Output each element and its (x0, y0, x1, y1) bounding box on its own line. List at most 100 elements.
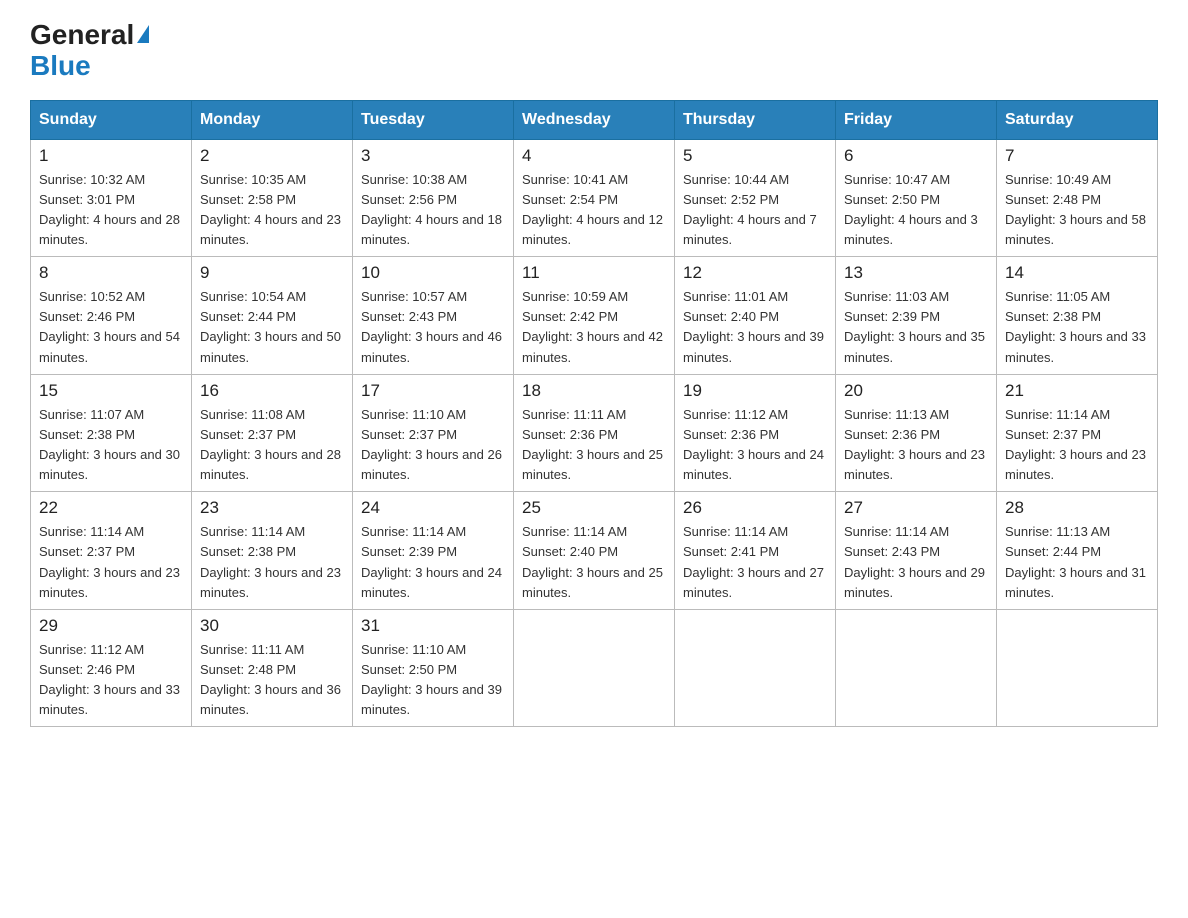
day-number: 31 (361, 616, 505, 636)
calendar-cell: 30 Sunrise: 11:11 AMSunset: 2:48 PMDayli… (192, 609, 353, 727)
day-number: 5 (683, 146, 827, 166)
day-number: 8 (39, 263, 183, 283)
day-info: Sunrise: 11:03 AMSunset: 2:39 PMDaylight… (844, 289, 985, 364)
calendar-header-row: SundayMondayTuesdayWednesdayThursdayFrid… (31, 100, 1158, 139)
calendar-cell: 9 Sunrise: 10:54 AMSunset: 2:44 PMDaylig… (192, 257, 353, 375)
day-number: 4 (522, 146, 666, 166)
day-info: Sunrise: 10:57 AMSunset: 2:43 PMDaylight… (361, 289, 502, 364)
day-info: Sunrise: 11:10 AMSunset: 2:50 PMDaylight… (361, 642, 502, 717)
page-header: General Blue (30, 20, 1158, 82)
day-info: Sunrise: 10:32 AMSunset: 3:01 PMDaylight… (39, 172, 180, 247)
calendar-cell: 15 Sunrise: 11:07 AMSunset: 2:38 PMDayli… (31, 374, 192, 492)
calendar-cell: 26 Sunrise: 11:14 AMSunset: 2:41 PMDayli… (675, 492, 836, 610)
day-info: Sunrise: 11:11 AMSunset: 2:48 PMDaylight… (200, 642, 341, 717)
calendar-cell (514, 609, 675, 727)
calendar-cell: 27 Sunrise: 11:14 AMSunset: 2:43 PMDayli… (836, 492, 997, 610)
day-number: 25 (522, 498, 666, 518)
day-number: 13 (844, 263, 988, 283)
day-number: 6 (844, 146, 988, 166)
calendar-cell: 20 Sunrise: 11:13 AMSunset: 2:36 PMDayli… (836, 374, 997, 492)
day-info: Sunrise: 10:47 AMSunset: 2:50 PMDaylight… (844, 172, 978, 247)
day-number: 26 (683, 498, 827, 518)
day-number: 21 (1005, 381, 1149, 401)
day-number: 20 (844, 381, 988, 401)
weekday-header-saturday: Saturday (997, 100, 1158, 139)
day-info: Sunrise: 10:38 AMSunset: 2:56 PMDaylight… (361, 172, 502, 247)
day-number: 3 (361, 146, 505, 166)
day-number: 16 (200, 381, 344, 401)
calendar-week-row: 22 Sunrise: 11:14 AMSunset: 2:37 PMDayli… (31, 492, 1158, 610)
day-info: Sunrise: 11:08 AMSunset: 2:37 PMDaylight… (200, 407, 341, 482)
calendar-week-row: 8 Sunrise: 10:52 AMSunset: 2:46 PMDaylig… (31, 257, 1158, 375)
calendar-cell: 29 Sunrise: 11:12 AMSunset: 2:46 PMDayli… (31, 609, 192, 727)
calendar-cell: 21 Sunrise: 11:14 AMSunset: 2:37 PMDayli… (997, 374, 1158, 492)
day-info: Sunrise: 11:12 AMSunset: 2:46 PMDaylight… (39, 642, 180, 717)
calendar-cell: 5 Sunrise: 10:44 AMSunset: 2:52 PMDaylig… (675, 139, 836, 257)
calendar-week-row: 1 Sunrise: 10:32 AMSunset: 3:01 PMDaylig… (31, 139, 1158, 257)
day-number: 27 (844, 498, 988, 518)
day-number: 28 (1005, 498, 1149, 518)
day-number: 1 (39, 146, 183, 166)
logo-general-text: General (30, 20, 149, 51)
calendar-cell: 14 Sunrise: 11:05 AMSunset: 2:38 PMDayli… (997, 257, 1158, 375)
weekday-header-monday: Monday (192, 100, 353, 139)
day-info: Sunrise: 11:13 AMSunset: 2:44 PMDaylight… (1005, 524, 1146, 599)
day-info: Sunrise: 11:11 AMSunset: 2:36 PMDaylight… (522, 407, 663, 482)
day-info: Sunrise: 10:54 AMSunset: 2:44 PMDaylight… (200, 289, 341, 364)
day-info: Sunrise: 11:10 AMSunset: 2:37 PMDaylight… (361, 407, 502, 482)
day-info: Sunrise: 11:14 AMSunset: 2:37 PMDaylight… (1005, 407, 1146, 482)
weekday-header-thursday: Thursday (675, 100, 836, 139)
calendar-table: SundayMondayTuesdayWednesdayThursdayFrid… (30, 100, 1158, 728)
calendar-cell (836, 609, 997, 727)
day-info: Sunrise: 10:59 AMSunset: 2:42 PMDaylight… (522, 289, 663, 364)
weekday-header-friday: Friday (836, 100, 997, 139)
logo: General Blue (30, 20, 149, 82)
calendar-week-row: 15 Sunrise: 11:07 AMSunset: 2:38 PMDayli… (31, 374, 1158, 492)
calendar-cell: 25 Sunrise: 11:14 AMSunset: 2:40 PMDayli… (514, 492, 675, 610)
day-number: 24 (361, 498, 505, 518)
calendar-cell: 7 Sunrise: 10:49 AMSunset: 2:48 PMDaylig… (997, 139, 1158, 257)
calendar-cell (997, 609, 1158, 727)
day-info: Sunrise: 10:52 AMSunset: 2:46 PMDaylight… (39, 289, 180, 364)
weekday-header-tuesday: Tuesday (353, 100, 514, 139)
weekday-header-wednesday: Wednesday (514, 100, 675, 139)
day-number: 19 (683, 381, 827, 401)
day-info: Sunrise: 11:07 AMSunset: 2:38 PMDaylight… (39, 407, 180, 482)
calendar-cell: 12 Sunrise: 11:01 AMSunset: 2:40 PMDayli… (675, 257, 836, 375)
calendar-cell: 1 Sunrise: 10:32 AMSunset: 3:01 PMDaylig… (31, 139, 192, 257)
day-number: 14 (1005, 263, 1149, 283)
day-number: 12 (683, 263, 827, 283)
day-info: Sunrise: 11:12 AMSunset: 2:36 PMDaylight… (683, 407, 824, 482)
calendar-cell: 6 Sunrise: 10:47 AMSunset: 2:50 PMDaylig… (836, 139, 997, 257)
day-number: 23 (200, 498, 344, 518)
calendar-cell: 17 Sunrise: 11:10 AMSunset: 2:37 PMDayli… (353, 374, 514, 492)
day-info: Sunrise: 11:14 AMSunset: 2:37 PMDaylight… (39, 524, 180, 599)
day-info: Sunrise: 11:01 AMSunset: 2:40 PMDaylight… (683, 289, 824, 364)
calendar-cell: 19 Sunrise: 11:12 AMSunset: 2:36 PMDayli… (675, 374, 836, 492)
calendar-cell (675, 609, 836, 727)
calendar-cell: 22 Sunrise: 11:14 AMSunset: 2:37 PMDayli… (31, 492, 192, 610)
day-info: Sunrise: 11:14 AMSunset: 2:41 PMDaylight… (683, 524, 824, 599)
day-info: Sunrise: 11:05 AMSunset: 2:38 PMDaylight… (1005, 289, 1146, 364)
calendar-cell: 8 Sunrise: 10:52 AMSunset: 2:46 PMDaylig… (31, 257, 192, 375)
calendar-cell: 4 Sunrise: 10:41 AMSunset: 2:54 PMDaylig… (514, 139, 675, 257)
day-info: Sunrise: 11:14 AMSunset: 2:40 PMDaylight… (522, 524, 663, 599)
day-info: Sunrise: 11:14 AMSunset: 2:39 PMDaylight… (361, 524, 502, 599)
day-number: 10 (361, 263, 505, 283)
calendar-cell: 2 Sunrise: 10:35 AMSunset: 2:58 PMDaylig… (192, 139, 353, 257)
calendar-cell: 31 Sunrise: 11:10 AMSunset: 2:50 PMDayli… (353, 609, 514, 727)
calendar-cell: 23 Sunrise: 11:14 AMSunset: 2:38 PMDayli… (192, 492, 353, 610)
calendar-cell: 24 Sunrise: 11:14 AMSunset: 2:39 PMDayli… (353, 492, 514, 610)
day-number: 18 (522, 381, 666, 401)
calendar-cell: 3 Sunrise: 10:38 AMSunset: 2:56 PMDaylig… (353, 139, 514, 257)
calendar-week-row: 29 Sunrise: 11:12 AMSunset: 2:46 PMDayli… (31, 609, 1158, 727)
calendar-cell: 16 Sunrise: 11:08 AMSunset: 2:37 PMDayli… (192, 374, 353, 492)
day-info: Sunrise: 10:35 AMSunset: 2:58 PMDaylight… (200, 172, 341, 247)
day-number: 22 (39, 498, 183, 518)
day-number: 11 (522, 263, 666, 283)
day-number: 2 (200, 146, 344, 166)
weekday-header-sunday: Sunday (31, 100, 192, 139)
day-info: Sunrise: 10:44 AMSunset: 2:52 PMDaylight… (683, 172, 817, 247)
day-info: Sunrise: 11:14 AMSunset: 2:38 PMDaylight… (200, 524, 341, 599)
day-info: Sunrise: 11:13 AMSunset: 2:36 PMDaylight… (844, 407, 985, 482)
